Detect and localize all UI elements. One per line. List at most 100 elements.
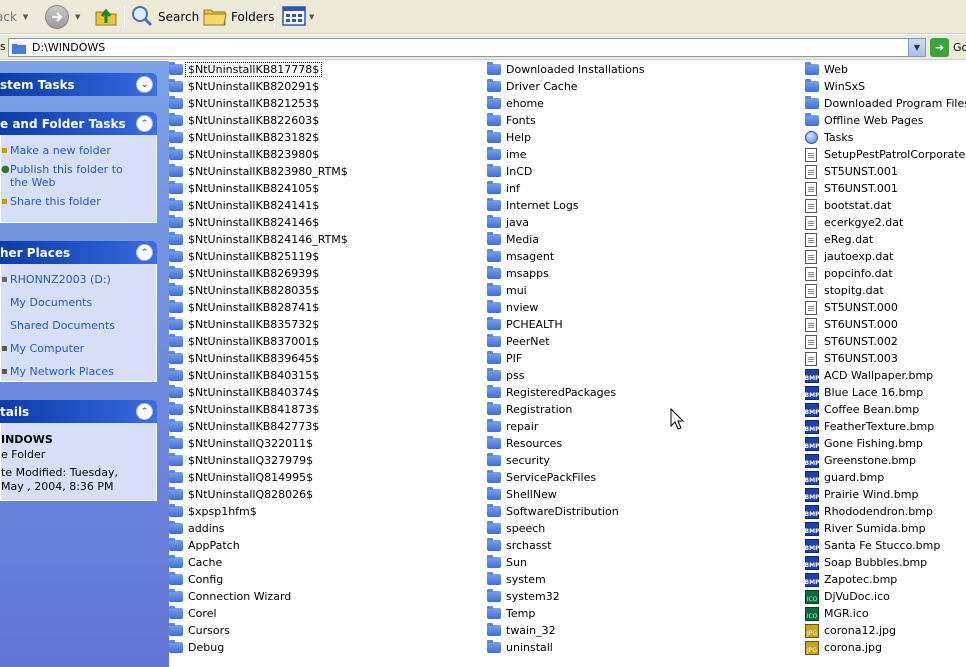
file-item[interactable]: bootstat.dat — [805, 197, 893, 214]
file-item[interactable]: Debug — [169, 639, 226, 656]
file-item[interactable]: BMP Blue Lace 16.bmp — [805, 384, 925, 401]
file-item[interactable]: popcinfo.dat — [805, 265, 895, 282]
file-item[interactable]: $NtUninstallQ814995$ — [169, 469, 315, 486]
forward-button[interactable]: ▼ — [45, 0, 80, 34]
file-item[interactable]: InCD — [487, 163, 534, 180]
file-item[interactable]: ServicePackFiles — [487, 469, 598, 486]
file-list[interactable]: $NtUninstallKB817778$ $NtUninstallKB82029… — [169, 61, 966, 667]
file-item[interactable]: system — [487, 571, 548, 588]
file-item[interactable]: uninstall — [487, 639, 555, 656]
file-item[interactable]: $NtUninstallKB825119$ — [169, 248, 321, 265]
file-item[interactable]: Internet Logs — [487, 197, 581, 214]
file-item[interactable]: WinSxS — [805, 78, 867, 95]
file-item[interactable]: nview — [487, 299, 540, 316]
file-item[interactable]: $NtUninstallKB821253$ — [169, 95, 321, 112]
other-place-drive[interactable]: ▪ RHONNZ2003 (D:) — [1, 270, 156, 289]
file-item[interactable]: $NtUninstallKB828035$ — [169, 282, 321, 299]
address-dropdown-icon[interactable]: ▼ — [908, 39, 925, 56]
file-item[interactable]: $NtUninstallKB835732$ — [169, 316, 321, 333]
file-folder-tasks-header[interactable]: e and Folder Tasks ⌃ — [0, 112, 157, 135]
collapse-icon[interactable]: ⌃ — [136, 115, 153, 132]
file-item[interactable]: PCHEALTH — [487, 316, 565, 333]
file-item[interactable]: system32 — [487, 588, 562, 605]
file-item[interactable]: inf — [487, 180, 522, 197]
file-item[interactable]: BMP Soap Bubbles.bmp — [805, 554, 929, 571]
file-item[interactable]: $NtUninstallKB839645$ — [169, 350, 321, 367]
file-item[interactable]: ehome — [487, 95, 546, 112]
file-item[interactable]: ST6UNST.000 — [805, 316, 900, 333]
other-place-network[interactable]: ▪ My Network Places — [1, 358, 156, 381]
file-item[interactable]: BMP River Sumida.bmp — [805, 520, 928, 537]
file-item[interactable]: Resources — [487, 435, 564, 452]
file-item[interactable]: Connection Wizard — [169, 588, 293, 605]
file-item[interactable]: $NtUninstallKB826939$ — [169, 265, 321, 282]
file-item[interactable]: BMP Zapotec.bmp — [805, 571, 899, 588]
file-item[interactable]: ST6UNST.001 — [805, 180, 900, 197]
make-new-folder-link[interactable]: ▪ Make a new folder — [1, 141, 156, 160]
file-item[interactable]: Corel — [169, 605, 219, 622]
share-folder-link[interactable]: ▪ Share this folder — [1, 192, 156, 211]
file-item[interactable]: $NtUninstallKB824146_RTM$ — [169, 231, 350, 248]
file-item[interactable]: ime — [487, 146, 529, 163]
file-item[interactable]: $NtUninstallKB823182$ — [169, 129, 321, 146]
file-item[interactable]: twain_32 — [487, 622, 558, 639]
other-place-my-computer[interactable]: ▪ My Computer — [1, 335, 156, 358]
file-item[interactable]: $NtUninstallQ828026$ — [169, 486, 315, 503]
file-item[interactable]: srchasst — [487, 537, 554, 554]
collapse-icon[interactable]: ⌃ — [136, 244, 153, 261]
folders-button[interactable]: Folders — [203, 0, 274, 34]
file-item[interactable]: msapps — [487, 265, 551, 282]
file-item[interactable]: mui — [487, 282, 529, 299]
file-item[interactable]: security — [487, 452, 552, 469]
file-item[interactable]: AppPatch — [169, 537, 242, 554]
file-item[interactable]: ICO DjVuDoc.ico — [805, 588, 892, 605]
file-item[interactable]: ST6UNST.003 — [805, 350, 900, 367]
file-item[interactable]: ICO MGR.ico — [805, 605, 871, 622]
file-item[interactable]: $NtUninstallKB824141$ — [169, 197, 321, 214]
file-item[interactable]: SetupPestPatrolCorporate.mif — [805, 146, 966, 163]
file-item[interactable]: Sun — [487, 554, 529, 571]
file-item[interactable]: $NtUninstallKB817778$ — [169, 61, 323, 78]
file-item[interactable]: PIF — [487, 350, 524, 367]
file-item[interactable]: BMP Greenstone.bmp — [805, 452, 918, 469]
file-item[interactable]: $xpsp1hfm$ — [169, 503, 259, 520]
address-input[interactable]: D:\WINDOWS ▼ — [8, 38, 926, 57]
back-dropdown-icon[interactable]: ▼ — [23, 13, 28, 21]
file-item[interactable]: BMP ACD Wallpaper.bmp — [805, 367, 935, 384]
file-item[interactable]: Temp — [487, 605, 537, 622]
system-tasks-header[interactable]: stem Tasks ⌄ — [0, 73, 157, 96]
file-item[interactable]: pss — [487, 367, 526, 384]
forward-dropdown-icon[interactable]: ▼ — [75, 13, 80, 21]
file-item[interactable]: $NtUninstallKB823980$ — [169, 146, 321, 163]
file-item[interactable]: Cursors — [169, 622, 232, 639]
other-places-header[interactable]: her Places ⌃ — [0, 241, 157, 264]
file-item[interactable]: $NtUninstallKB824105$ — [169, 180, 321, 197]
details-header[interactable]: tails ⌃ — [0, 400, 157, 423]
file-item[interactable]: Help — [487, 129, 533, 146]
file-item[interactable]: ecerkgye2.dat — [805, 214, 905, 231]
file-item[interactable]: SoftwareDistribution — [487, 503, 621, 520]
file-item[interactable]: Offline Web Pages — [805, 112, 925, 129]
file-item[interactable]: Driver Cache — [487, 78, 580, 95]
file-item[interactable]: Media — [487, 231, 541, 248]
file-item[interactable]: RegisteredPackages — [487, 384, 618, 401]
other-place-shared-documents[interactable]: Shared Documents — [1, 312, 156, 335]
file-item[interactable]: PeerNet — [487, 333, 552, 350]
file-item[interactable]: $NtUninstallKB840315$ — [169, 367, 321, 384]
file-item[interactable]: msagent — [487, 248, 556, 265]
file-item[interactable]: $NtUninstallQ322011$ — [169, 435, 315, 452]
file-item[interactable]: BMP Coffee Bean.bmp — [805, 401, 921, 418]
file-item[interactable]: JPG corona.jpg — [805, 639, 884, 656]
file-item[interactable]: BMP FeatherTexture.bmp — [805, 418, 936, 435]
file-item[interactable]: Registration — [487, 401, 574, 418]
expand-icon[interactable]: ⌄ — [136, 76, 153, 93]
views-button[interactable]: ▼ — [282, 0, 314, 34]
file-item[interactable]: eReg.dat — [805, 231, 875, 248]
file-item[interactable]: $NtUninstallKB828741$ — [169, 299, 321, 316]
file-item[interactable]: ST5UNST.001 — [805, 163, 900, 180]
file-item[interactable]: Fonts — [487, 112, 538, 129]
file-item[interactable]: BMP Rhododendron.bmp — [805, 503, 935, 520]
file-item[interactable]: ST6UNST.002 — [805, 333, 900, 350]
file-item[interactable]: jautoexp.dat — [805, 248, 895, 265]
file-item[interactable]: stopitg.dat — [805, 282, 886, 299]
